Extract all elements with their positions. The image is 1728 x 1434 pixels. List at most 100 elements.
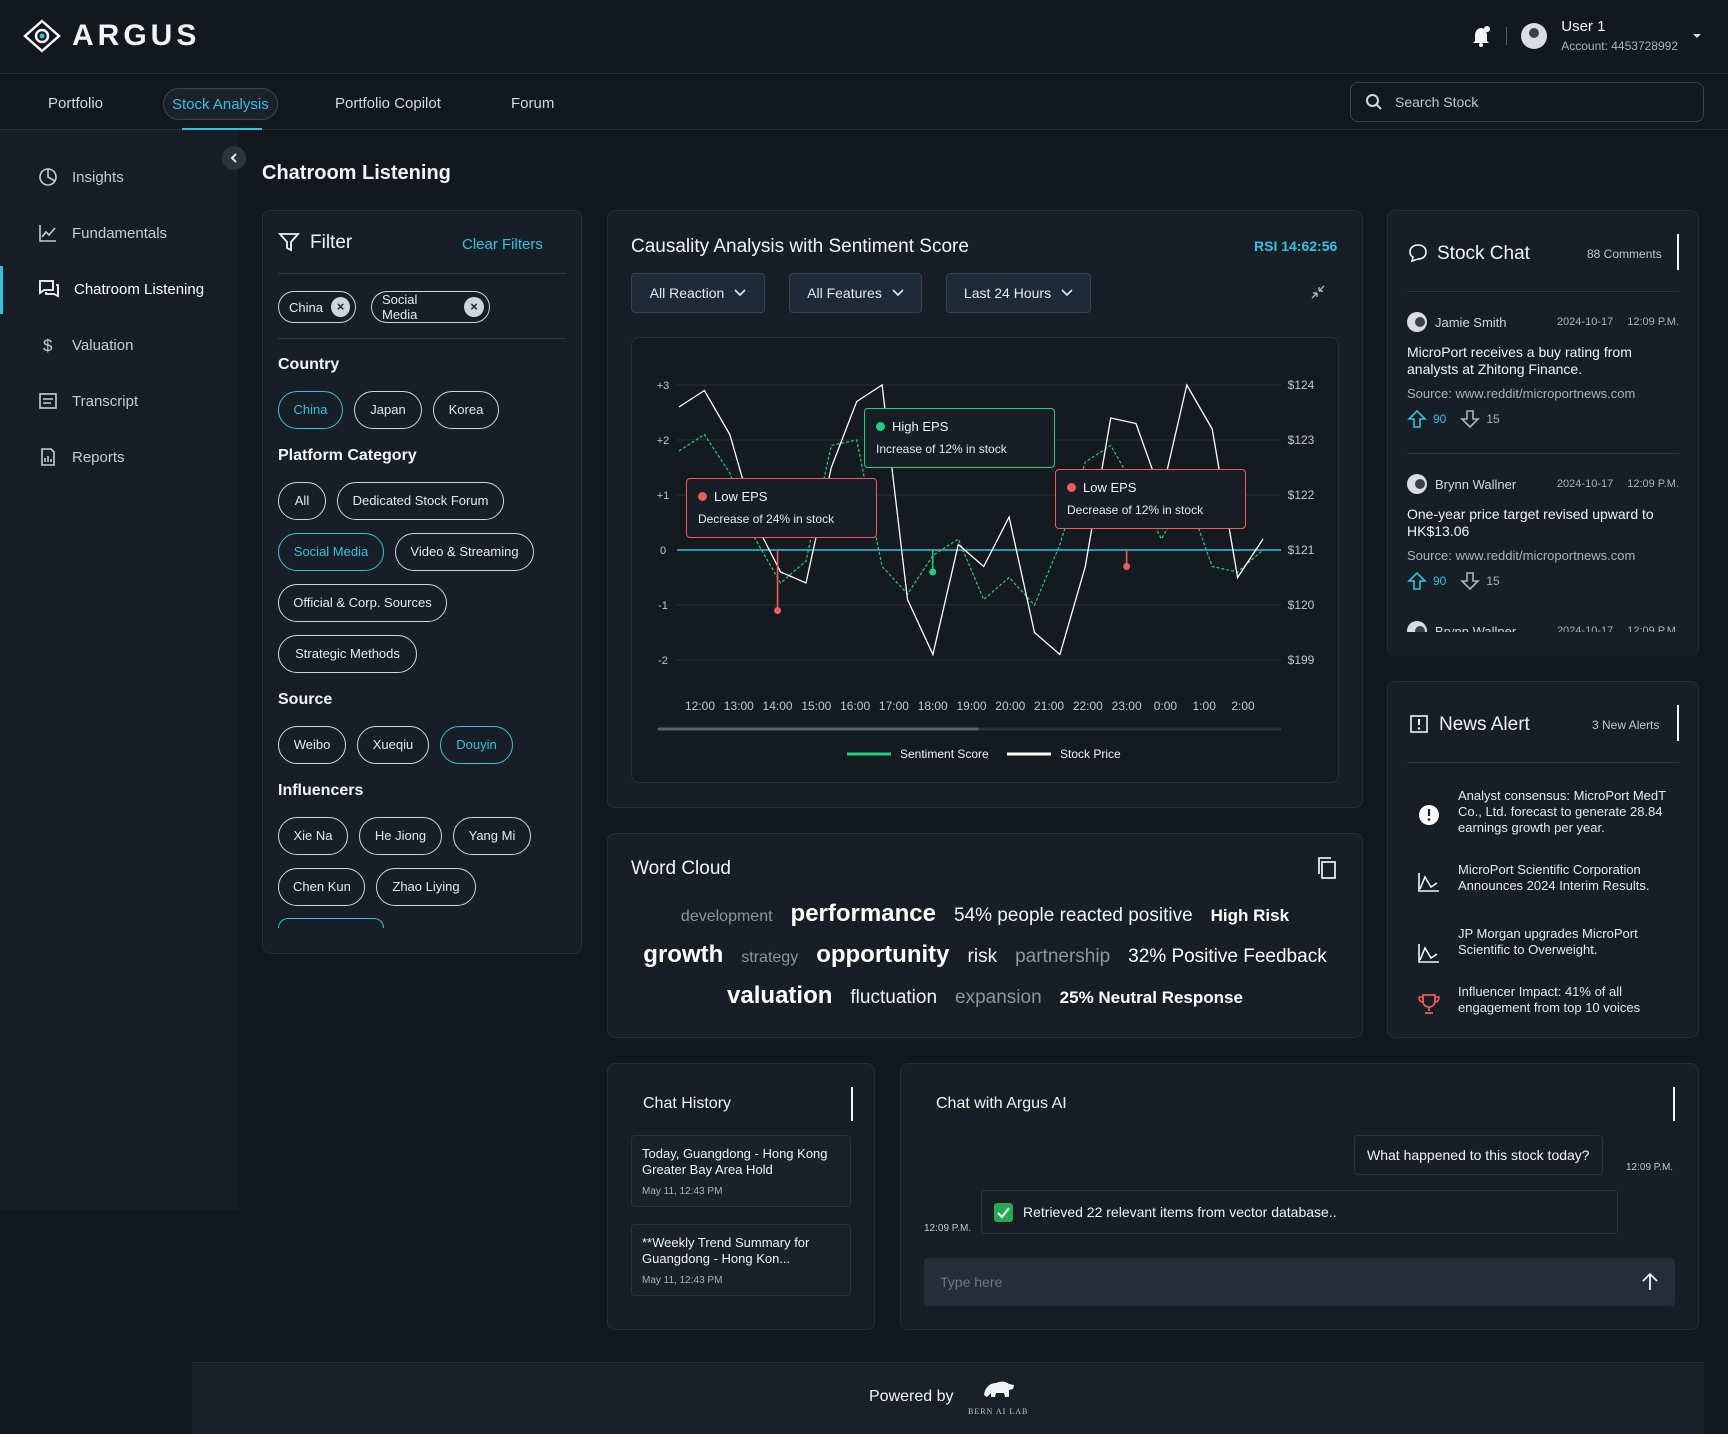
collapse-sidebar-button[interactable] — [222, 146, 246, 170]
comment-item: Brynn Wallner 2024-10-17 12:09 P.M. One-… — [1407, 474, 1679, 591]
news-item[interactable]: Influencer Impact: 41% of all engagement… — [1458, 984, 1666, 1016]
chat-history-title: Chat History — [643, 1095, 732, 1112]
active-filter-tag[interactable]: China × — [278, 291, 356, 323]
bell-icon[interactable] — [1470, 25, 1492, 47]
filter-chip-weibo[interactable]: Weibo — [278, 726, 346, 764]
news-item[interactable]: Analyst consensus: MicroPort MedT Co., L… — [1458, 788, 1666, 836]
y2-tick-label: $124 — [1288, 378, 1315, 392]
sidebar-item-fundamentals[interactable]: Fundamentals — [38, 223, 167, 243]
y2-tick-label: $123 — [1288, 433, 1315, 447]
reaction-dropdown[interactable]: All Reaction — [631, 273, 765, 313]
filter-chip-social-media[interactable]: Social Media — [278, 533, 384, 571]
filter-chip-all[interactable]: All — [278, 482, 326, 520]
filter-chip-dedicated-forum[interactable]: Dedicated Stock Forum — [337, 482, 504, 520]
annotation-detail: Decrease of 24% in stock — [698, 512, 835, 526]
alert-count: 3 New Alerts — [1592, 718, 1660, 732]
section-title-influencers: Influencers — [278, 782, 364, 799]
search-box[interactable] — [1350, 82, 1704, 122]
logo[interactable]: ARGUS — [22, 18, 200, 54]
comment-text: MicroPort receives a buy rating from ana… — [1407, 344, 1632, 377]
sidebar-item-insights[interactable]: Insights — [38, 167, 124, 187]
dropdown-label: All Reaction — [649, 285, 725, 301]
trend-chart-icon — [1418, 873, 1439, 892]
filter-title: Filter — [310, 232, 353, 253]
filter-chip-korea[interactable]: Korea — [433, 391, 499, 429]
thumbs-up-arrow-icon[interactable] — [1407, 571, 1427, 591]
filter-chip-partial[interactable] — [278, 918, 384, 928]
avatar[interactable] — [1521, 22, 1548, 49]
user-name: User 1 — [1561, 18, 1606, 35]
divider — [1407, 291, 1679, 292]
active-filter-tag[interactable]: Social Media × — [371, 291, 490, 323]
send-arrow-icon[interactable] — [1641, 1272, 1659, 1292]
close-icon[interactable]: × — [464, 297, 484, 317]
thumbs-down-arrow-icon[interactable] — [1460, 571, 1481, 591]
filter-chip-influencer[interactable]: He Jiong — [359, 817, 442, 855]
tab-portfolio[interactable]: Portfolio — [40, 88, 111, 120]
thumbs-up-arrow-icon[interactable] — [1407, 409, 1427, 429]
thumbs-down-arrow-icon[interactable] — [1460, 409, 1481, 429]
scrollbar[interactable] — [1677, 234, 1679, 270]
causality-chart[interactable]: +3 $124 +2 $123 +1 $122 0 $121 -1 $120 -2 $199 12:00… — [631, 337, 1339, 783]
x-tick-label: 14:00 — [763, 699, 793, 713]
close-icon[interactable]: × — [330, 297, 350, 317]
sidebar-item-label: Valuation — [72, 336, 134, 354]
history-item[interactable]: Today, Guangdong - Hong Kong Greater Bay… — [631, 1135, 851, 1207]
sidebar-item-transcript[interactable]: Transcript — [38, 391, 138, 411]
marker-point — [1123, 563, 1131, 570]
filter-chip-official-sources[interactable]: Official & Corp. Sources — [278, 584, 447, 622]
tab-portfolio-copilot[interactable]: Portfolio Copilot — [327, 88, 449, 120]
collapse-icon[interactable] — [1310, 284, 1326, 300]
news-item[interactable]: MicroPort Scientific Corporation Announc… — [1458, 862, 1666, 894]
chat-input-box[interactable] — [924, 1258, 1675, 1306]
filter-chip-influencer[interactable]: Yang Mi — [453, 817, 531, 855]
annotation-low-eps-2[interactable]: Low EPS Decrease of 12% in stock — [1055, 469, 1246, 529]
green-dot-icon — [876, 422, 885, 431]
red-dot-icon — [698, 492, 707, 501]
y-tick-label: +2 — [657, 435, 670, 447]
chat-icon — [39, 280, 59, 298]
y2-tick-label: $120 — [1288, 598, 1315, 612]
filter-chip-influencer[interactable]: Zhao Liying — [376, 868, 476, 906]
filter-chip-douyin[interactable]: Douyin — [440, 726, 513, 764]
x-tick-label: 19:00 — [956, 699, 986, 713]
filter-chip-japan[interactable]: Japan — [354, 391, 422, 429]
divider — [1506, 26, 1508, 45]
caret-down-icon[interactable] — [1692, 32, 1702, 40]
search-input[interactable] — [1395, 94, 1685, 110]
news-item[interactable]: JP Morgan upgrades MicroPort Scientific … — [1458, 926, 1666, 958]
filter-chip-china[interactable]: China — [278, 391, 343, 429]
trophy-icon — [1418, 994, 1440, 1014]
x-tick-label: 18:00 — [918, 699, 948, 713]
scrollbar[interactable] — [851, 1087, 853, 1121]
time-range-dropdown[interactable]: Last 24 Hours — [946, 273, 1091, 313]
sidebar-item-reports[interactable]: Reports — [38, 447, 125, 467]
footer: Powered by BERN AI LAB — [192, 1362, 1704, 1434]
section-title-source: Source — [278, 691, 333, 708]
tab-stock-analysis[interactable]: Stock Analysis — [163, 88, 278, 120]
filter-chip-video-streaming[interactable]: Video & Streaming — [395, 533, 534, 571]
copy-icon[interactable] — [1316, 856, 1338, 880]
chat-input[interactable] — [940, 1274, 1641, 1290]
tab-forum[interactable]: Forum — [503, 88, 562, 120]
sidebar-item-chatroom-listening[interactable]: Chatroom Listening — [38, 279, 204, 299]
scrollbar[interactable] — [1673, 1087, 1675, 1121]
chevron-left-icon — [230, 153, 237, 163]
comment-count: 88 Comments — [1587, 247, 1662, 261]
features-dropdown[interactable]: All Features — [789, 273, 922, 313]
source-link[interactable]: www.reddit/microportnews.com — [1455, 386, 1635, 401]
scrollbar[interactable] — [1677, 705, 1679, 741]
user-menu[interactable]: User 1 Account: 4453728992 — [1470, 18, 1702, 53]
sidebar-item-valuation[interactable]: $ Valuation — [38, 335, 133, 355]
history-item[interactable]: **Weekly Trend Summary for Guangdong - H… — [631, 1224, 851, 1296]
source-link[interactable]: www.reddit/microportnews.com — [1455, 548, 1635, 563]
causality-title: Causality Analysis with Sentiment Score — [631, 236, 969, 257]
filter-chip-xueqiu[interactable]: Xueqiu — [357, 726, 429, 764]
annotation-low-eps-1[interactable]: Low EPS Decrease of 24% in stock — [686, 478, 877, 538]
filter-chip-influencer[interactable]: Xie Na — [278, 817, 348, 855]
annotation-high-eps[interactable]: High EPS Increase of 12% in stock — [864, 408, 1055, 468]
y-tick-label: -2 — [658, 655, 668, 667]
filter-chip-strategic-methods[interactable]: Strategic Methods — [278, 635, 417, 673]
clear-filters-link[interactable]: Clear Filters — [462, 236, 543, 253]
filter-chip-influencer[interactable]: Chen Kun — [278, 868, 365, 906]
